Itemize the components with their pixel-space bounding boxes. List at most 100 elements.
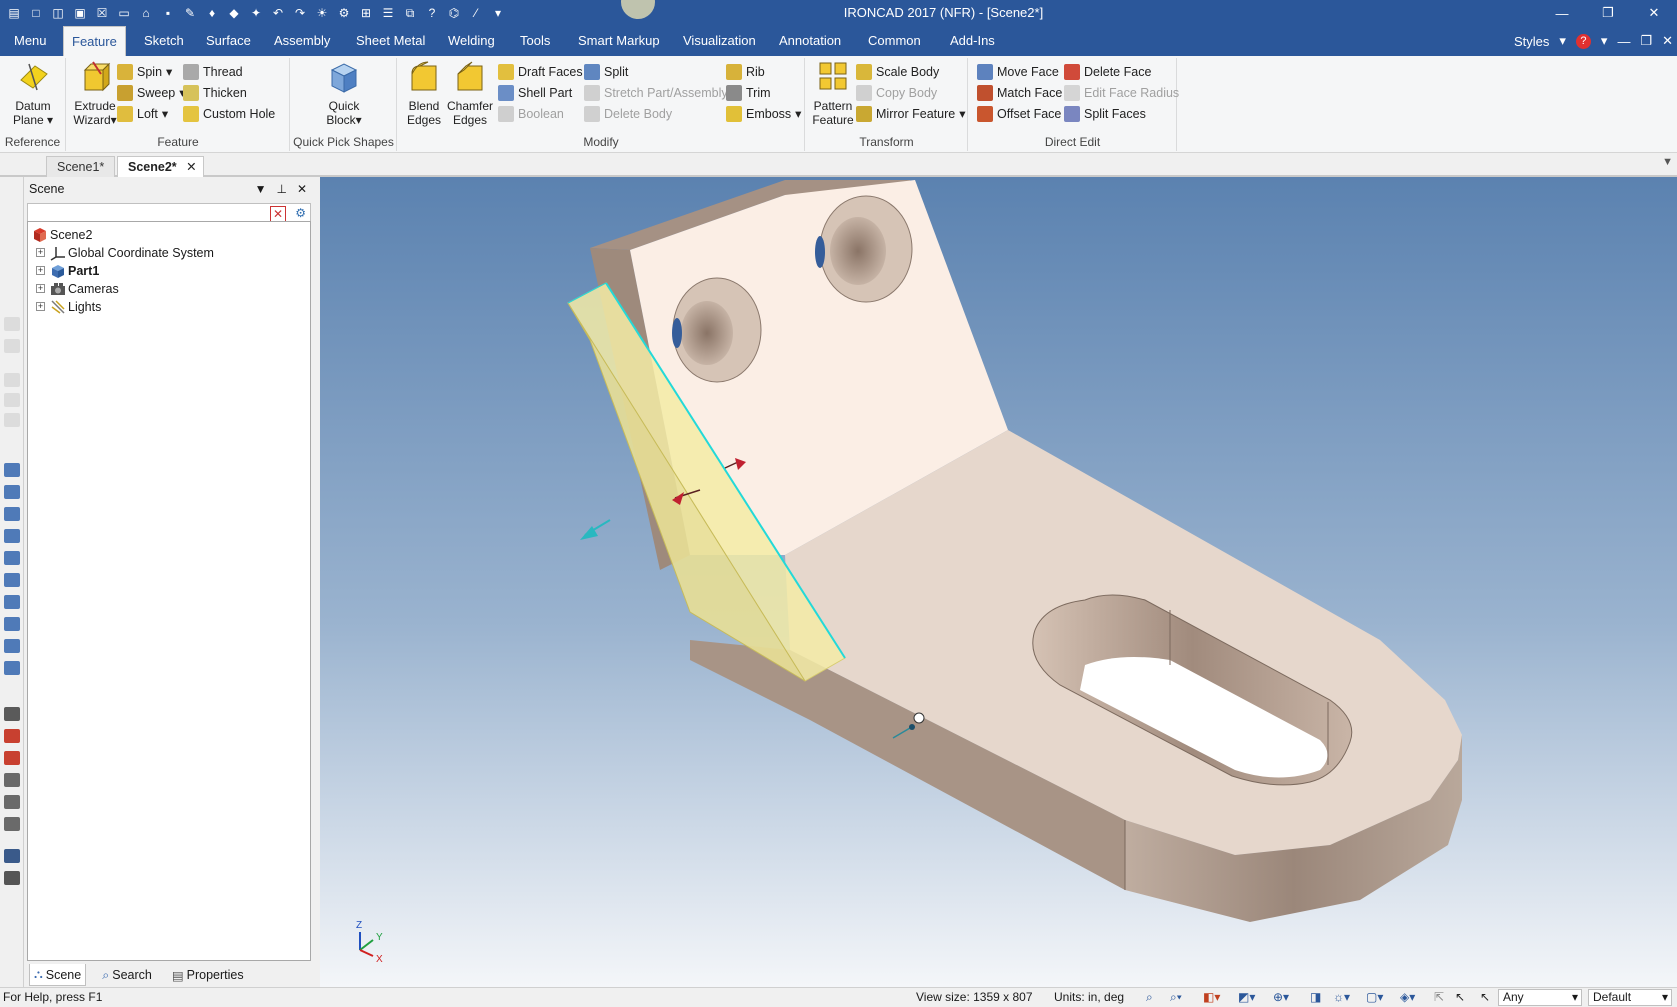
restore-icon[interactable]: ❐ <box>1585 0 1631 26</box>
expand-icon[interactable]: + <box>36 248 45 257</box>
no-entry-icon[interactable] <box>4 817 20 831</box>
view-top-icon[interactable] <box>4 551 20 565</box>
panel-close-icon[interactable]: ✕ <box>297 182 307 196</box>
view-right-icon[interactable] <box>4 529 20 543</box>
ruler-icon[interactable] <box>4 871 20 885</box>
zoom-fit-icon[interactable]: ⌕ <box>1146 988 1153 1007</box>
zoom-tool-icon[interactable] <box>4 413 20 427</box>
view-back-icon[interactable] <box>4 485 20 499</box>
offset-face-button[interactable]: Offset Face <box>977 104 1061 124</box>
split-button[interactable]: Split <box>584 62 628 82</box>
tree-item-global-coordinate-system[interactable]: + Global Coordinate System <box>28 244 310 262</box>
section-tool-icon[interactable] <box>4 729 20 743</box>
render-style-icon[interactable]: ◧▾ <box>1203 988 1220 1007</box>
style-select[interactable]: Default ▾ <box>1588 989 1672 1006</box>
tab-sketch[interactable]: Sketch <box>136 26 192 56</box>
help-circle-icon[interactable]: ? <box>1575 33 1591 49</box>
doc-tab-scene2[interactable]: Scene2* ✕ <box>117 156 204 177</box>
smart-dimension-icon[interactable] <box>4 849 20 863</box>
tab-annotation[interactable]: Annotation <box>771 26 849 56</box>
shading-icon[interactable]: ◈▾ <box>1400 988 1415 1007</box>
delete-face-button[interactable]: Delete Face <box>1064 62 1151 82</box>
view-front-icon[interactable] <box>4 463 20 477</box>
edit-face-radius-button[interactable]: Edit Face Radius <box>1064 83 1179 103</box>
expand-icon[interactable]: + <box>36 284 45 293</box>
bottom-tab-search[interactable]: ⌕ Search <box>98 964 156 986</box>
copy-body-button[interactable]: Copy Body <box>856 83 937 103</box>
doc-restore-icon[interactable]: ❐ <box>1640 33 1652 49</box>
tab-tools[interactable]: Tools <box>512 26 558 56</box>
tree-item-part1[interactable]: + Part1 <box>28 262 310 280</box>
tab-feature[interactable]: Feature <box>63 26 126 56</box>
match-face-button[interactable]: Match Face <box>977 83 1062 103</box>
view-iso-icon[interactable] <box>4 595 20 609</box>
tab-assembly[interactable]: Assembly <box>266 26 338 56</box>
mirror-feature-button[interactable]: Mirror Feature ▾ <box>856 104 965 124</box>
sweep-button[interactable]: Sweep▾ <box>117 83 186 103</box>
view-dimetric-icon[interactable] <box>4 617 20 631</box>
trim-button[interactable]: Trim <box>726 83 771 103</box>
view-left-icon[interactable] <box>4 507 20 521</box>
blend-edges-button[interactable]: Blend Edges <box>406 60 442 127</box>
bottom-tab-scene[interactable]: ⛬ Scene <box>29 964 87 986</box>
angle-tool-icon[interactable] <box>4 773 20 787</box>
anchor-icon[interactable] <box>909 724 915 730</box>
move-tool-icon[interactable] <box>4 317 20 331</box>
pattern-feature-button[interactable]: Pattern Feature <box>810 60 856 127</box>
display-mode-icon[interactable]: ▢▾ <box>1366 988 1383 1007</box>
rotate-tool-icon[interactable] <box>4 339 20 353</box>
extrude-wizard-button[interactable]: Extrude Wizard▾ <box>71 60 119 127</box>
emboss-button[interactable]: Emboss ▾ <box>726 104 801 124</box>
select-mode-icon[interactable]: ↖ <box>1480 988 1490 1007</box>
doc-minimize-icon[interactable]: — <box>1617 34 1630 49</box>
chamfer-edges-button[interactable]: Chamfer Edges <box>446 60 494 127</box>
help-dropdown-icon[interactable]: ▾ <box>1601 33 1608 49</box>
tree-item-lights[interactable]: + Lights <box>28 298 310 316</box>
expand-icon[interactable]: + <box>36 266 45 275</box>
pick-filter-icon[interactable]: ⇱ <box>1434 988 1444 1007</box>
scale-body-button[interactable]: Scale Body <box>856 62 939 82</box>
view-tool-icon[interactable] <box>4 373 20 387</box>
boolean-button[interactable]: Boolean <box>498 104 564 124</box>
minimize-icon[interactable]: — <box>1539 0 1585 26</box>
section-icon[interactable]: ◨ <box>1310 988 1321 1007</box>
view-cube-icon[interactable]: ◩▾ <box>1238 988 1255 1007</box>
rib-button[interactable]: Rib <box>726 62 765 82</box>
split-faces-button[interactable]: Split Faces <box>1064 104 1146 124</box>
tab-welding[interactable]: Welding <box>440 26 503 56</box>
move-face-button[interactable]: Move Face <box>977 62 1059 82</box>
tab-list-dropdown-icon[interactable]: ▼ <box>1662 156 1673 168</box>
delete-body-button[interactable]: Delete Body <box>584 104 672 124</box>
tab-smart-markup[interactable]: Smart Markup <box>570 26 668 56</box>
tab-common[interactable]: Common <box>860 26 929 56</box>
custom-hole-button[interactable]: Custom Hole <box>183 104 275 124</box>
lock-icon[interactable] <box>913 712 925 724</box>
measure-tool-icon[interactable] <box>4 707 20 721</box>
close-tab-icon[interactable]: ✕ <box>186 157 196 177</box>
tab-sheet-metal[interactable]: Sheet Metal <box>348 26 433 56</box>
tab-menu[interactable]: Menu <box>6 26 55 56</box>
spin-button[interactable]: Spin ▾ <box>117 62 172 82</box>
styles-dropdown-icon[interactable]: ▾ <box>1559 33 1566 49</box>
doc-tab-scene1[interactable]: Scene1* <box>46 156 116 177</box>
quick-block-button[interactable]: Quick Block▾ <box>319 60 369 127</box>
thicken-button[interactable]: Thicken <box>183 83 247 103</box>
bottom-tab-properties[interactable]: ▤ Properties <box>168 964 248 986</box>
filter-options-icon[interactable]: ⚙ <box>295 206 306 220</box>
expand-icon[interactable]: + <box>36 302 45 311</box>
doc-close-icon[interactable]: ✕ <box>1662 33 1673 49</box>
tab-surface[interactable]: Surface <box>198 26 259 56</box>
datum-plane-button[interactable]: Datum Plane ▾ <box>6 60 60 127</box>
tree-item-scene2[interactable]: Scene2 <box>28 226 310 244</box>
tree-item-cameras[interactable]: + Cameras <box>28 280 310 298</box>
selection-filter-select[interactable]: Any ▾ <box>1498 989 1582 1006</box>
thread-button[interactable]: Thread <box>183 62 243 82</box>
3d-viewport[interactable]: Z Y X <box>320 177 1677 987</box>
look-at-icon[interactable] <box>4 393 20 407</box>
draft-faces-button[interactable]: Draft Faces <box>498 62 583 82</box>
loft-button[interactable]: Loft ▾ <box>117 104 168 124</box>
panel-dropdown-icon[interactable]: ▼ <box>255 182 267 196</box>
clear-filter-icon[interactable]: ✕ <box>270 206 286 222</box>
tab-add-ins[interactable]: Add-Ins <box>942 26 1003 56</box>
tab-visualization[interactable]: Visualization <box>675 26 764 56</box>
